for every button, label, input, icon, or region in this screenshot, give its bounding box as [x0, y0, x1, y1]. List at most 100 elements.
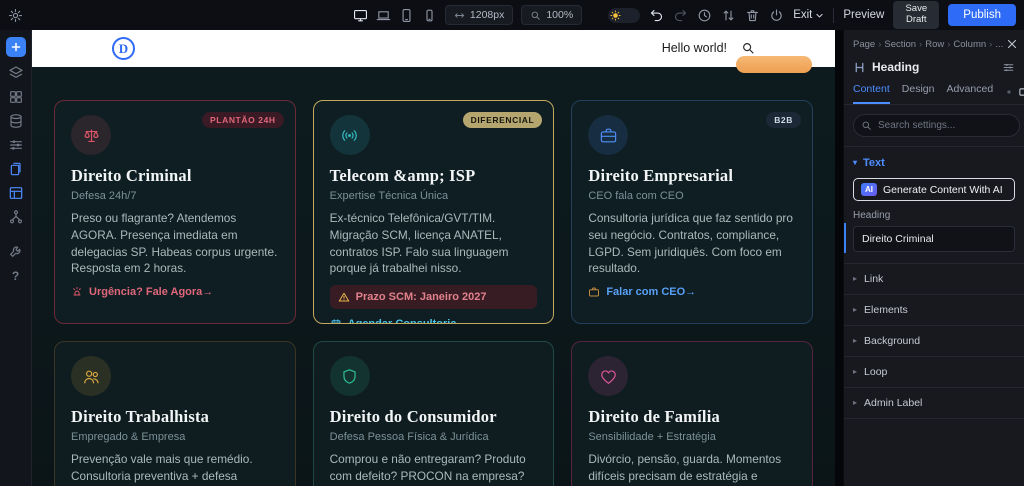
panel-tabs: Content Design Advanced: [844, 78, 1024, 105]
add-element-button[interactable]: [5, 37, 26, 57]
breadcrumb-page[interactable]: Page: [853, 39, 875, 50]
tab-advanced[interactable]: Advanced: [946, 83, 993, 104]
settings-search-input[interactable]: [853, 114, 1020, 137]
card-body[interactable]: Preso ou flagrante? Atendemos AGORA. Pre…: [71, 210, 279, 277]
help-icon[interactable]: ?: [12, 269, 19, 283]
components-icon[interactable]: [8, 89, 24, 105]
generate-ai-button[interactable]: AI Generate Content With AI: [853, 178, 1015, 201]
card-body[interactable]: Prevenção vale mais que remédio. Consult…: [71, 451, 279, 486]
site-cta-button[interactable]: [736, 56, 812, 73]
publish-button[interactable]: Publish: [948, 4, 1016, 26]
tab-content[interactable]: Content: [853, 83, 890, 104]
redo-icon[interactable]: [673, 8, 688, 23]
canvas-width-value: 1208px: [469, 9, 505, 21]
history-icon[interactable]: [697, 8, 712, 23]
card-subtitle[interactable]: Empregado & Empresa: [71, 431, 279, 443]
section-admin-label[interactable]: ▸ Admin Label: [844, 387, 1024, 419]
close-icon[interactable]: [1006, 38, 1018, 50]
deadline-alert[interactable]: Prazo SCM: Janeiro 2027: [329, 285, 538, 309]
breadcrumb-row[interactable]: Row: [925, 39, 944, 50]
settings-sliders-icon[interactable]: [8, 137, 24, 153]
heading-input[interactable]: [853, 226, 1015, 252]
breakpoint-desktop-icon[interactable]: [353, 8, 368, 23]
left-sidebar: ?: [0, 30, 32, 486]
service-card-telecom[interactable]: DIFERENCIAL Telecom &amp; ISP Expertise …: [312, 100, 555, 324]
breadcrumb-column[interactable]: Column: [953, 39, 986, 50]
site-nav-link[interactable]: Hello world!: [662, 41, 727, 55]
arrows-horizontal-icon: [454, 12, 465, 18]
heart-icon: [588, 356, 629, 396]
card-body[interactable]: Comprou e não entregaram? Produto com de…: [330, 451, 538, 486]
card-title[interactable]: Direito Criminal: [71, 166, 279, 186]
card-title[interactable]: Direito Trabalhista: [71, 407, 279, 427]
scales-icon: [71, 115, 111, 155]
element-settings-icon[interactable]: [1002, 61, 1015, 74]
briefcase-icon: [588, 115, 629, 155]
zoom-field[interactable]: 100%: [521, 5, 583, 25]
exit-button[interactable]: Exit: [793, 9, 824, 21]
wrench-icon[interactable]: [8, 243, 24, 259]
card-subtitle[interactable]: Sensibilidade + Estratégia: [588, 431, 796, 443]
section-link[interactable]: ▸ Link: [844, 263, 1024, 294]
card-title[interactable]: Telecom &amp; ISP: [330, 166, 538, 186]
layers-icon[interactable]: [8, 65, 24, 81]
card-badge[interactable]: B2B: [766, 112, 801, 128]
state-square-icon[interactable]: [1018, 87, 1024, 97]
broadcast-icon: [329, 115, 370, 155]
card-title[interactable]: Direito de Família: [588, 407, 796, 427]
site-dark-section[interactable]: PLANTÃO 24H Direito Criminal Defesa 24h/…: [32, 67, 835, 486]
undo-icon[interactable]: [649, 8, 664, 23]
site-search-icon[interactable]: [741, 41, 755, 55]
breadcrumb-more[interactable]: ...: [995, 39, 1003, 50]
service-card-empresarial[interactable]: B2B Direito Empresarial CEO fala com CEO…: [571, 100, 813, 324]
builder-app: 1208px 100% Exit Preview Save Draft Publ…: [0, 0, 1024, 486]
options-dot-icon[interactable]: [1005, 88, 1013, 96]
database-icon[interactable]: [8, 113, 24, 129]
card-title[interactable]: Direito do Consumidor: [330, 407, 538, 427]
import-export-icon[interactable]: [721, 8, 736, 23]
service-card-trabalhista[interactable]: Direito Trabalhista Empregado & Empresa …: [54, 341, 296, 486]
card-link[interactable]: Agendar Consultoria→: [330, 318, 538, 323]
tab-design[interactable]: Design: [902, 83, 935, 104]
service-card-consumidor[interactable]: Direito do Consumidor Defesa Pessoa Físi…: [312, 341, 555, 486]
card-subtitle[interactable]: CEO fala com CEO: [588, 190, 796, 202]
service-card-criminal[interactable]: PLANTÃO 24H Direito Criminal Defesa 24h/…: [54, 100, 296, 324]
breakpoint-mobile-icon[interactable]: [422, 8, 437, 23]
section-elements[interactable]: ▸ Elements: [844, 294, 1024, 325]
caret-down-icon: ▾: [853, 158, 858, 167]
service-card-familia[interactable]: Direito de Família Sensibilidade + Estra…: [571, 341, 813, 486]
card-badge[interactable]: DIFERENCIAL: [462, 112, 543, 128]
breakpoint-laptop-icon[interactable]: [376, 8, 391, 23]
card-subtitle[interactable]: Defesa 24h/7: [71, 190, 279, 202]
site-logo[interactable]: D: [112, 37, 135, 60]
save-draft-button[interactable]: Save Draft: [893, 1, 940, 29]
card-subtitle[interactable]: Defesa Pessoa Física & Jurídica: [330, 431, 538, 443]
power-icon[interactable]: [769, 8, 784, 23]
card-subtitle[interactable]: Expertise Técnica Única: [330, 190, 538, 202]
structure-icon[interactable]: [8, 209, 24, 225]
section-background[interactable]: ▸ Background: [844, 325, 1024, 356]
theme-toggle[interactable]: [608, 7, 641, 23]
workspace: ? D Hello world! PLANTÃO 24H Direito Cri…: [0, 30, 1024, 486]
trash-icon[interactable]: [745, 8, 760, 23]
preview-button[interactable]: Preview: [843, 9, 884, 21]
section-text[interactable]: ▾ Text: [844, 147, 1024, 177]
sun-icon: [610, 9, 621, 21]
section-loop[interactable]: ▸ Loop: [844, 356, 1024, 387]
editor-canvas[interactable]: D Hello world! PLANTÃO 24H Direito Crimi…: [32, 30, 835, 486]
card-badge[interactable]: PLANTÃO 24H: [202, 112, 284, 128]
card-link[interactable]: Falar com CEO→: [588, 286, 796, 298]
heading-field-row: [844, 221, 1024, 263]
gear-icon[interactable]: [8, 8, 23, 23]
pages-icon[interactable]: [8, 161, 24, 177]
card-body[interactable]: Ex-técnico Telefônica/GVT/TIM. Migração …: [330, 210, 538, 277]
templates-icon[interactable]: [8, 185, 24, 201]
canvas-width-field[interactable]: 1208px: [444, 5, 514, 25]
card-link[interactable]: Urgência? Fale Agora→: [71, 286, 279, 298]
card-body[interactable]: Divórcio, pensão, guarda. Momentos difíc…: [588, 451, 796, 486]
card-title[interactable]: Direito Empresarial: [588, 166, 796, 186]
site-header[interactable]: D Hello world!: [32, 30, 835, 73]
breadcrumb-section[interactable]: Section: [884, 39, 916, 50]
card-body[interactable]: Consultoria jurídica que faz sentido pro…: [588, 210, 796, 277]
breakpoint-tablet-icon[interactable]: [399, 8, 414, 23]
